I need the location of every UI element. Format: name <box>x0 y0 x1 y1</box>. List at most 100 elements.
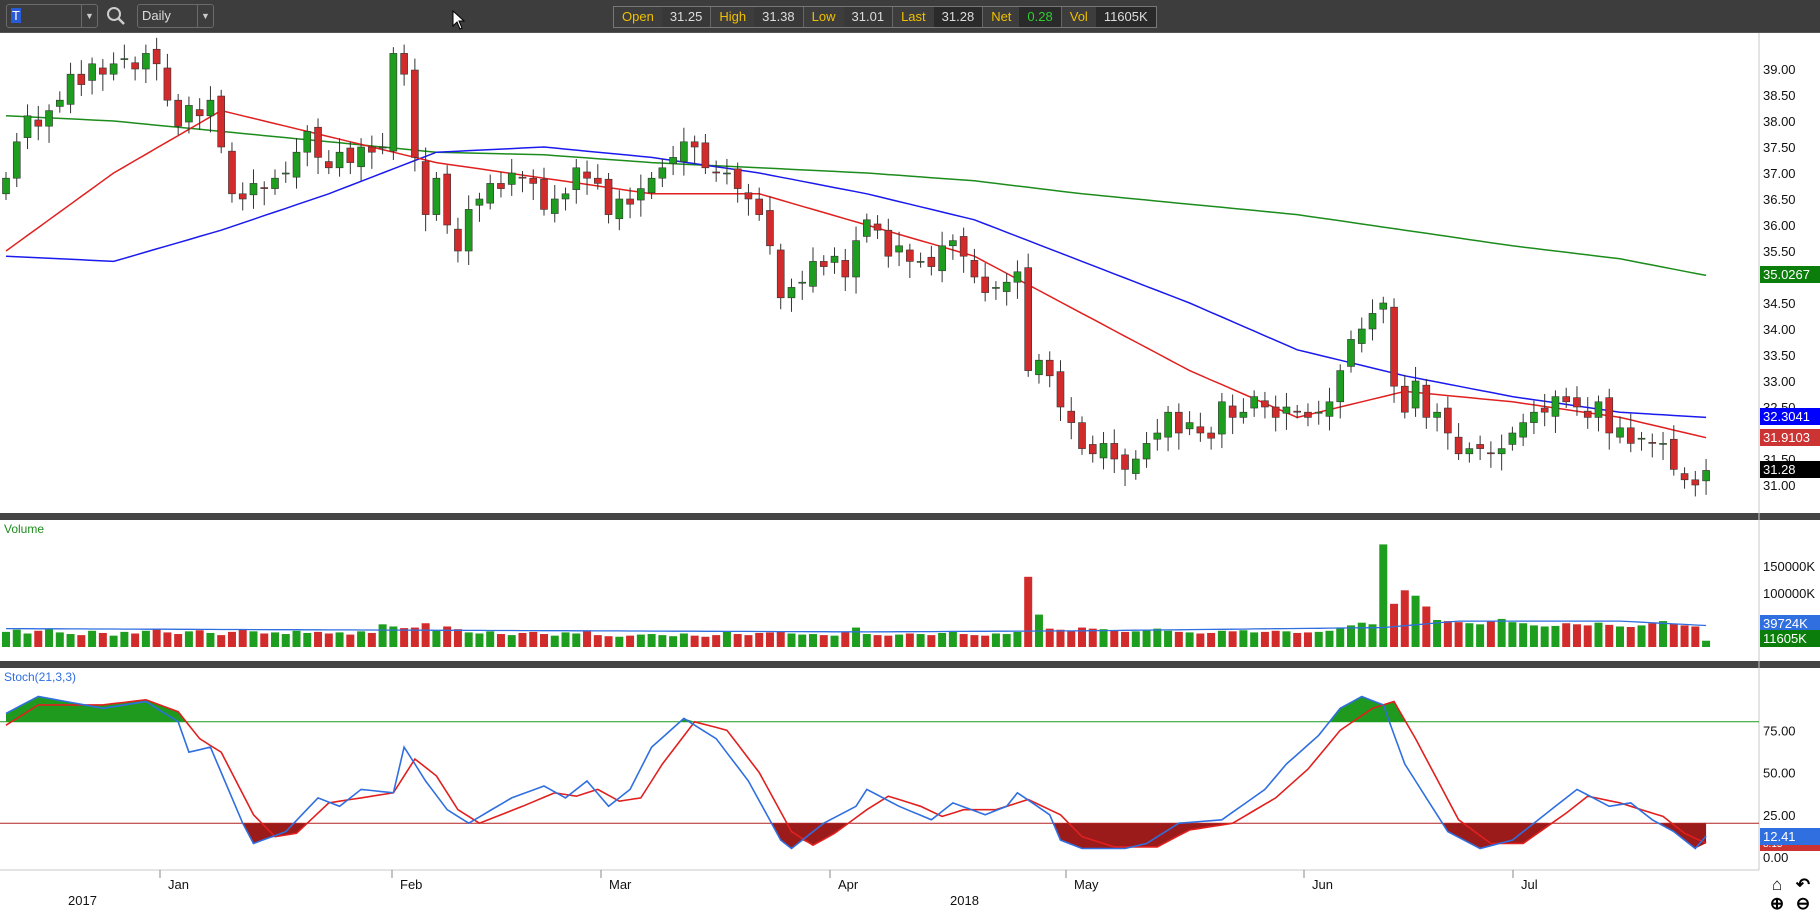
candle <box>454 217 462 263</box>
candle <box>66 62 75 114</box>
candle <box>1476 435 1484 461</box>
candle-body <box>1325 401 1334 417</box>
volume-bar <box>550 635 559 647</box>
candle <box>1497 434 1506 471</box>
candle <box>443 165 451 234</box>
candle <box>680 127 688 176</box>
zoom-out-icon[interactable]: ⊖ <box>1792 895 1814 913</box>
candle-body <box>1508 432 1517 445</box>
volume-bar <box>109 635 118 647</box>
candle <box>346 141 355 175</box>
candle <box>2 171 10 201</box>
candle <box>1454 423 1463 461</box>
volume-bar <box>959 634 968 647</box>
candle-body <box>1056 371 1065 408</box>
volume-bar <box>819 635 828 647</box>
candle-body <box>1261 400 1269 408</box>
candle-body <box>12 141 21 179</box>
volume-bar <box>658 635 667 647</box>
home-icon[interactable]: ⌂ <box>1766 876 1788 894</box>
candle-body <box>712 171 720 174</box>
volume-bar <box>916 634 925 647</box>
candle-body <box>723 172 731 175</box>
volume-bar <box>722 631 731 647</box>
volume-bar <box>1583 625 1592 647</box>
volume-bar <box>1153 628 1162 647</box>
volume-bar <box>809 634 817 647</box>
month-label: Feb <box>400 877 422 892</box>
ma50-tag: 32.3041 <box>1760 408 1820 425</box>
candle-body <box>701 142 710 169</box>
candle <box>1196 412 1205 442</box>
volume-bar <box>1217 630 1226 647</box>
candle-body <box>443 173 451 226</box>
volume-bar <box>1659 621 1668 647</box>
volume-bar <box>23 633 32 647</box>
candle <box>1390 298 1398 403</box>
volume-bar <box>852 627 861 647</box>
candle <box>1325 387 1334 431</box>
candle <box>1422 378 1431 429</box>
pane-divider[interactable] <box>0 513 1820 520</box>
candle-body <box>572 167 581 190</box>
candle-body <box>744 192 753 200</box>
volume-bar <box>55 632 64 647</box>
volume-bar <box>540 634 548 647</box>
candle-body <box>1411 380 1420 409</box>
candle <box>1250 390 1258 417</box>
candle <box>45 104 53 143</box>
volume-bar <box>1110 630 1119 647</box>
candle-body <box>1185 422 1194 430</box>
price-tick-label: 39.00 <box>1763 62 1796 77</box>
candle-body <box>550 198 559 214</box>
candle-body <box>733 168 742 189</box>
candle <box>1078 416 1086 455</box>
volume-bar <box>1207 632 1216 647</box>
candle <box>949 234 957 260</box>
volume-bar <box>873 635 882 647</box>
volume-bar <box>1572 624 1581 647</box>
volume-bar <box>1443 621 1452 647</box>
price-tick-label: 37.50 <box>1763 140 1796 155</box>
volume-bar <box>1400 590 1409 647</box>
candle <box>916 252 925 268</box>
volume-bar <box>593 635 602 647</box>
candle <box>615 190 624 231</box>
candle-body <box>421 161 430 215</box>
undo-icon[interactable]: ↶ <box>1792 876 1814 894</box>
candle-body <box>1024 267 1032 371</box>
candle <box>550 184 559 223</box>
candle-body <box>1282 406 1291 414</box>
candle-body <box>238 193 247 200</box>
candle-body <box>841 260 850 278</box>
volume-bar <box>152 629 161 647</box>
candle-body <box>507 172 516 185</box>
volume-bar <box>1648 623 1657 647</box>
candle <box>852 226 860 294</box>
volume-tick-label: 100000K <box>1763 586 1815 601</box>
candle <box>1379 296 1388 324</box>
candle-body <box>152 48 161 65</box>
volume-bar <box>1476 624 1485 647</box>
month-label: May <box>1074 877 1099 892</box>
chart-canvas[interactable]: 39.00 38.50 38.00 37.50 37.00 36.50 36.00 35.50… <box>0 0 1820 916</box>
candle-body <box>486 183 495 204</box>
candle-body <box>1088 444 1097 455</box>
candle-body <box>292 151 301 178</box>
candle <box>228 142 236 203</box>
zoom-in-icon[interactable]: ⊕ <box>1766 895 1788 913</box>
pane-divider[interactable] <box>0 661 1820 668</box>
volume-bar <box>303 632 312 647</box>
candle-body <box>228 150 236 195</box>
candle-body <box>529 177 538 184</box>
volume-bar <box>1347 625 1355 647</box>
candle-body <box>2 177 10 195</box>
candle <box>1088 435 1097 463</box>
candle-body <box>819 261 828 267</box>
candle <box>1616 416 1624 444</box>
candle-body <box>959 236 968 257</box>
candle <box>669 145 677 176</box>
candle <box>1228 394 1237 435</box>
volume-bar <box>1390 603 1399 647</box>
candle-body <box>1207 432 1215 439</box>
